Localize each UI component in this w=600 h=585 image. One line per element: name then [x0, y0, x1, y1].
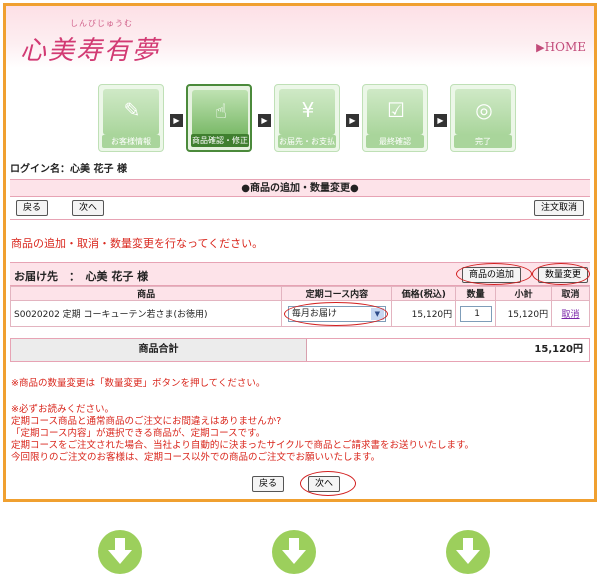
col-price: 価格(税込) [391, 286, 457, 301]
note-line: 定期コースをご注文された場合、当社より自動的に決まったサイクルで商品とご請求書を… [11, 440, 475, 451]
name-card-icon: ✎ [103, 89, 159, 135]
step-label: お客様情報 [102, 135, 160, 148]
step-arrow-icon: ▶ [434, 114, 447, 127]
highlight-circle [300, 471, 356, 496]
step-final-confirm: ☑ 最終確認 [362, 84, 428, 152]
step-customer-info: ✎ お客様情報 [98, 84, 164, 152]
down-arrow-icon [446, 530, 490, 574]
must-read-note: ※必ずお読みください。 [11, 404, 114, 415]
qty-hint-note: ※商品の数量変更は「数量変更」ボタンを押してください。 [11, 378, 266, 389]
down-arrow-icon [98, 530, 142, 574]
cell-cancel: 取消 [551, 300, 590, 327]
step-label: 商品確認・修正 [191, 134, 249, 147]
home-link[interactable]: ▶HOME [536, 40, 586, 54]
logo-text: 心美寿有夢 [20, 36, 161, 66]
table-row: S0020202 定期 コーキューテン若さま(お徳用) 毎月お届け ▼ 15,12… [9, 300, 590, 327]
highlight-circle [456, 263, 532, 285]
order-frame: しんびじゅうむ 心美寿有夢 ▶HOME ✎ お客様情報 ▶ ☝ 商品確認・修正 … [3, 3, 597, 502]
globe-icon: ◎ [455, 89, 511, 135]
step-arrow-icon: ▶ [346, 114, 359, 127]
down-arrow-icon [272, 530, 316, 574]
product-hand-icon: ☝ [192, 90, 248, 136]
step-delivery-payment: ¥ お届先・お支払 [274, 84, 340, 152]
cancel-order-button[interactable]: 注文取消 [533, 200, 584, 216]
delivery-header: お届け先 ： 心美 花子 様 商品の追加 数量変更 [10, 262, 590, 286]
total-value: 15,120円 [534, 344, 583, 355]
bottom-button-row: 戻る 次へ [6, 471, 594, 496]
cart-table: 商品 定期コース内容 価格(税込) 数量 小計 取消 S0020202 定期 コ… [9, 286, 590, 327]
highlight-circle [532, 263, 590, 285]
cell-subtotal: 15,120円 [495, 300, 553, 327]
total-label: 商品合計 [11, 339, 307, 361]
section-title: ●商品の追加・数量変更● [10, 179, 590, 197]
checkout-steps: ✎ お客様情報 ▶ ☝ 商品確認・修正 ▶ ¥ お届先・お支払 ▶ ☑ 最終確認… [98, 84, 518, 154]
step-label: 完了 [454, 135, 512, 148]
note-line: 今回限りのご注文のお客様は、定期コース以外での商品のご注文でお願いいたします。 [11, 452, 381, 463]
step-product-confirm: ☝ 商品確認・修正 [186, 84, 252, 152]
col-product: 商品 [9, 286, 283, 301]
section-button-row: 戻る 次へ 注文取消 [10, 197, 590, 220]
back-button-bottom[interactable]: 戻る [252, 476, 285, 492]
home-link-label: HOME [544, 40, 586, 54]
instruction-text: 商品の追加・取消・数量変更を行なってください。 [11, 237, 264, 250]
total-row: 商品合計 15,120円 [10, 338, 590, 362]
cell-price: 15,120円 [391, 300, 457, 327]
login-name: ログイン名：心美 花子 様 [10, 164, 127, 175]
col-cancel: 取消 [551, 286, 590, 301]
logo-ruby: しんびじゅうむ [70, 19, 133, 28]
note-line: 「定期コース内容」が選択できる商品が、定期コースです。 [11, 428, 266, 439]
checklist-icon: ☑ [367, 89, 423, 135]
home-arrow-icon: ▶ [536, 41, 545, 54]
cell-course: 毎月お届け ▼ [281, 300, 393, 327]
highlight-circle [284, 302, 389, 326]
note-line: 定期コース商品と通常商品のご注文にお間違えはありませんか? [11, 416, 282, 427]
delivery-recipient: お届け先 ： 心美 花子 様 [14, 270, 149, 283]
yen-payment-icon: ¥ [279, 89, 335, 135]
site-header: しんびじゅうむ 心美寿有夢 ▶HOME [6, 6, 594, 68]
step-label: 最終確認 [366, 135, 424, 148]
col-quantity: 数量 [455, 286, 497, 301]
step-complete: ◎ 完了 [450, 84, 516, 152]
col-course: 定期コース内容 [281, 286, 393, 301]
cart-header-row: 商品 定期コース内容 価格(税込) 数量 小計 取消 [9, 286, 590, 301]
step-arrow-icon: ▶ [258, 114, 271, 127]
cancel-item-link[interactable]: 取消 [562, 310, 580, 320]
col-subtotal: 小計 [495, 286, 553, 301]
cell-quantity: 1 [455, 300, 497, 327]
step-arrow-icon: ▶ [170, 114, 183, 127]
cell-product: S0020202 定期 コーキューテン若さま(お徳用) [9, 300, 283, 327]
next-button-top[interactable]: 次へ [72, 200, 105, 216]
step-label: お届先・お支払 [278, 135, 336, 148]
back-button-top[interactable]: 戻る [16, 200, 49, 216]
quantity-input[interactable]: 1 [459, 305, 492, 322]
